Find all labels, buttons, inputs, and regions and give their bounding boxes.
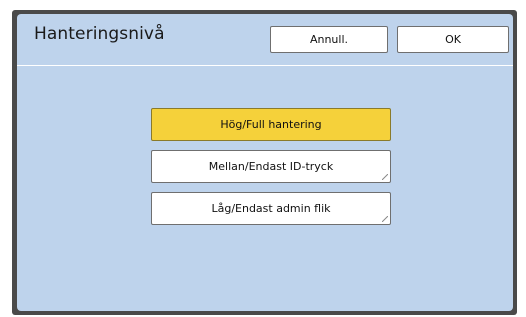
ok-button[interactable]: OK	[397, 26, 509, 53]
option-medium-id-print[interactable]: Mellan/Endast ID-tryck	[151, 150, 391, 183]
cancel-button[interactable]: Annull.	[270, 26, 388, 53]
corner-mark-icon	[382, 174, 388, 180]
option-high-full[interactable]: Hög/Full hantering	[151, 108, 391, 141]
option-label: Mellan/Endast ID-tryck	[208, 160, 334, 173]
dialog-panel: Hanteringsnivå Annull. OK Hög/Full hante…	[17, 14, 513, 311]
dialog-title: Hanteringsnivå	[34, 24, 165, 44]
corner-mark-icon	[382, 216, 388, 222]
header-divider	[17, 65, 513, 66]
option-label: Låg/Endast admin flik	[211, 202, 331, 215]
dialog-header: Hanteringsnivå Annull. OK	[17, 14, 513, 58]
option-low-admin-tab[interactable]: Låg/Endast admin flik	[151, 192, 391, 225]
option-label: Hög/Full hantering	[220, 118, 322, 131]
